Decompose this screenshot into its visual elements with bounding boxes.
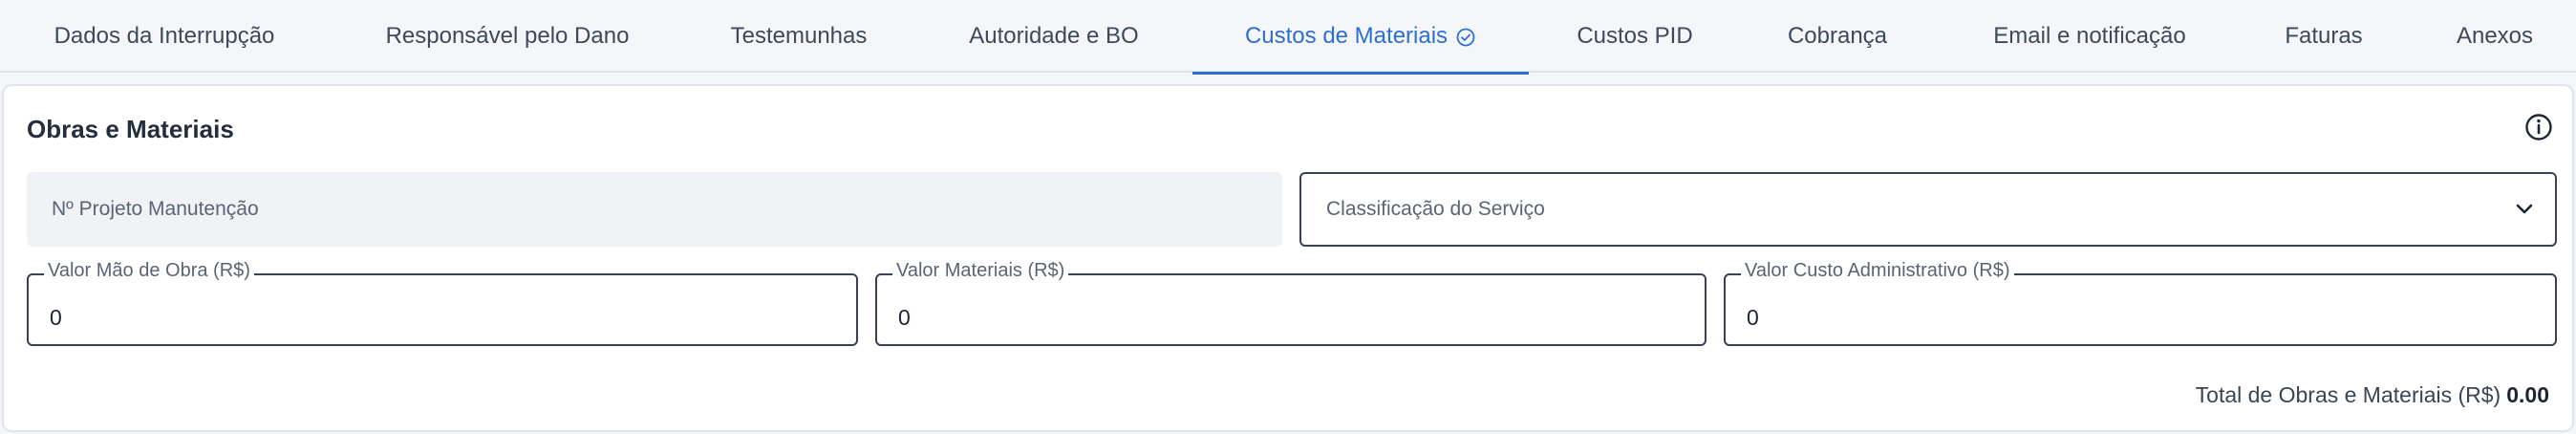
tab-bar: Dados da Interrupção Responsável pelo Da… bbox=[0, 0, 2576, 75]
admin-cost-value-label: Valor Custo Administrativo (R$) bbox=[1741, 260, 2014, 282]
total-summary: Total de Obras e Materiais (R$) 0.00 bbox=[2196, 382, 2549, 408]
admin-cost-value-field[interactable]: Valor Custo Administrativo (R$) bbox=[1724, 260, 2557, 346]
admin-cost-value-input[interactable] bbox=[1747, 298, 2534, 336]
project-number-placeholder: Nº Projeto Manutenção bbox=[52, 198, 259, 220]
tab-label: Dados da Interrupção bbox=[54, 23, 275, 49]
tab-faturas[interactable]: Faturas bbox=[2280, 0, 2368, 73]
materials-value-field[interactable]: Valor Materiais (R$) bbox=[875, 260, 1707, 346]
tab-cobranca[interactable]: Cobrança bbox=[1783, 0, 1892, 73]
info-icon[interactable] bbox=[2522, 111, 2555, 143]
tab-label: Custos PID bbox=[1577, 23, 1693, 49]
tab-label: Custos de Materiais bbox=[1244, 23, 1449, 49]
labor-value-field[interactable]: Valor Mão de Obra (R$) bbox=[27, 260, 858, 346]
labor-value-input[interactable] bbox=[50, 298, 835, 336]
service-classification-select[interactable]: Classificação do Serviço bbox=[1299, 172, 2557, 247]
tab-label: Testemunhas bbox=[730, 23, 868, 49]
tab-custos-pid[interactable]: Custos PID bbox=[1573, 0, 1697, 73]
materials-value-label: Valor Materiais (R$) bbox=[892, 260, 1069, 282]
tab-email-e-notificacao[interactable]: Email e notificação bbox=[1978, 0, 2201, 73]
tab-label: Anexos bbox=[2456, 23, 2534, 49]
tab-dados-da-interrupcao[interactable]: Dados da Interrupção bbox=[42, 0, 287, 73]
tab-label: Autoridade e BO bbox=[969, 23, 1139, 49]
total-value: 0.00 bbox=[2506, 382, 2549, 407]
tab-label: Responsável pelo Dano bbox=[385, 23, 630, 49]
tab-label: Faturas bbox=[2285, 23, 2363, 49]
tab-label: Email e notificação bbox=[1993, 23, 2186, 49]
section-title: Obras e Materiais bbox=[27, 115, 234, 143]
labor-value-label: Valor Mão de Obra (R$) bbox=[44, 260, 254, 282]
chevron-down-icon bbox=[2516, 204, 2533, 214]
service-classification-placeholder: Classificação do Serviço bbox=[1326, 198, 1545, 220]
tab-testemunhas[interactable]: Testemunhas bbox=[722, 0, 875, 73]
tab-anexos[interactable]: Anexos bbox=[2450, 0, 2540, 73]
project-number-field[interactable]: Nº Projeto Manutenção bbox=[27, 172, 1282, 247]
tab-autoridade-e-bo[interactable]: Autoridade e BO bbox=[961, 0, 1147, 73]
check-circle-icon bbox=[1456, 28, 1475, 47]
materials-value-input[interactable] bbox=[898, 298, 1684, 336]
tab-custos-de-materiais[interactable]: Custos de Materiais bbox=[1192, 0, 1529, 75]
tab-label: Cobrança bbox=[1787, 23, 1888, 49]
total-label: Total de Obras e Materiais (R$) bbox=[2195, 382, 2501, 407]
tab-responsavel-pelo-dano[interactable]: Responsável pelo Dano bbox=[373, 0, 642, 73]
obras-materiais-card: Obras e Materiais Nº Projeto Manutenção … bbox=[2, 84, 2574, 432]
